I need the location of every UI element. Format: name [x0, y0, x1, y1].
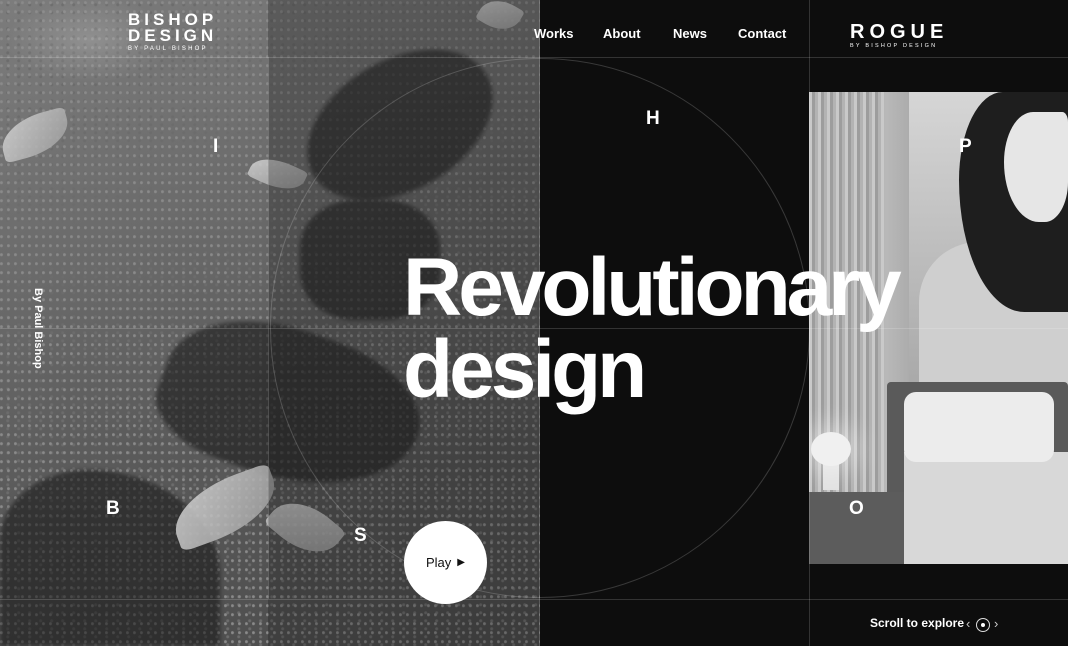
grid-letter-i: I [213, 136, 219, 157]
rogue-logo-tagline: BY BISHOP DESIGN [850, 43, 938, 49]
grid-letter-o: O [849, 498, 864, 519]
grid-letter-s: S [354, 525, 367, 546]
nav-news[interactable]: News [673, 26, 707, 41]
bishop-design-logo[interactable]: BISHOP DESIGN BY PAUL BISHOP [128, 11, 218, 52]
side-credit-text: By Paul Bishop [32, 288, 44, 369]
chevron-left-icon[interactable]: ‹ [966, 616, 970, 631]
grid-letter-p: P [959, 136, 972, 157]
grid-line [0, 599, 1068, 600]
play-button-label: Play [426, 555, 452, 570]
logo-line-2: DESIGN [128, 26, 218, 45]
play-icon: ▶ [457, 557, 465, 568]
hero-line-2: design [403, 324, 647, 415]
nav-about[interactable]: About [603, 26, 641, 41]
grid-letter-h: H [646, 108, 660, 129]
rogue-logo[interactable]: ROGUE BY BISHOP DESIGN [850, 22, 948, 49]
nav-works[interactable]: Works [534, 26, 574, 41]
grid-line [268, 57, 269, 599]
logo-tagline: BY PAUL BISHOP [128, 46, 208, 52]
chevron-right-icon[interactable]: › [994, 616, 998, 631]
nav-contact[interactable]: Contact [738, 26, 786, 41]
rogue-logo-name: ROGUE [850, 21, 949, 43]
play-button[interactable]: Play ▶ [404, 521, 487, 604]
scroll-to-explore-label: Scroll to explore [870, 616, 965, 630]
scroll-indicator-icon[interactable] [976, 618, 990, 632]
hero-heading: Revolutionary design [403, 242, 902, 415]
grid-letter-b: B [106, 498, 120, 519]
hero-line-1: Revolutionary [403, 242, 902, 333]
